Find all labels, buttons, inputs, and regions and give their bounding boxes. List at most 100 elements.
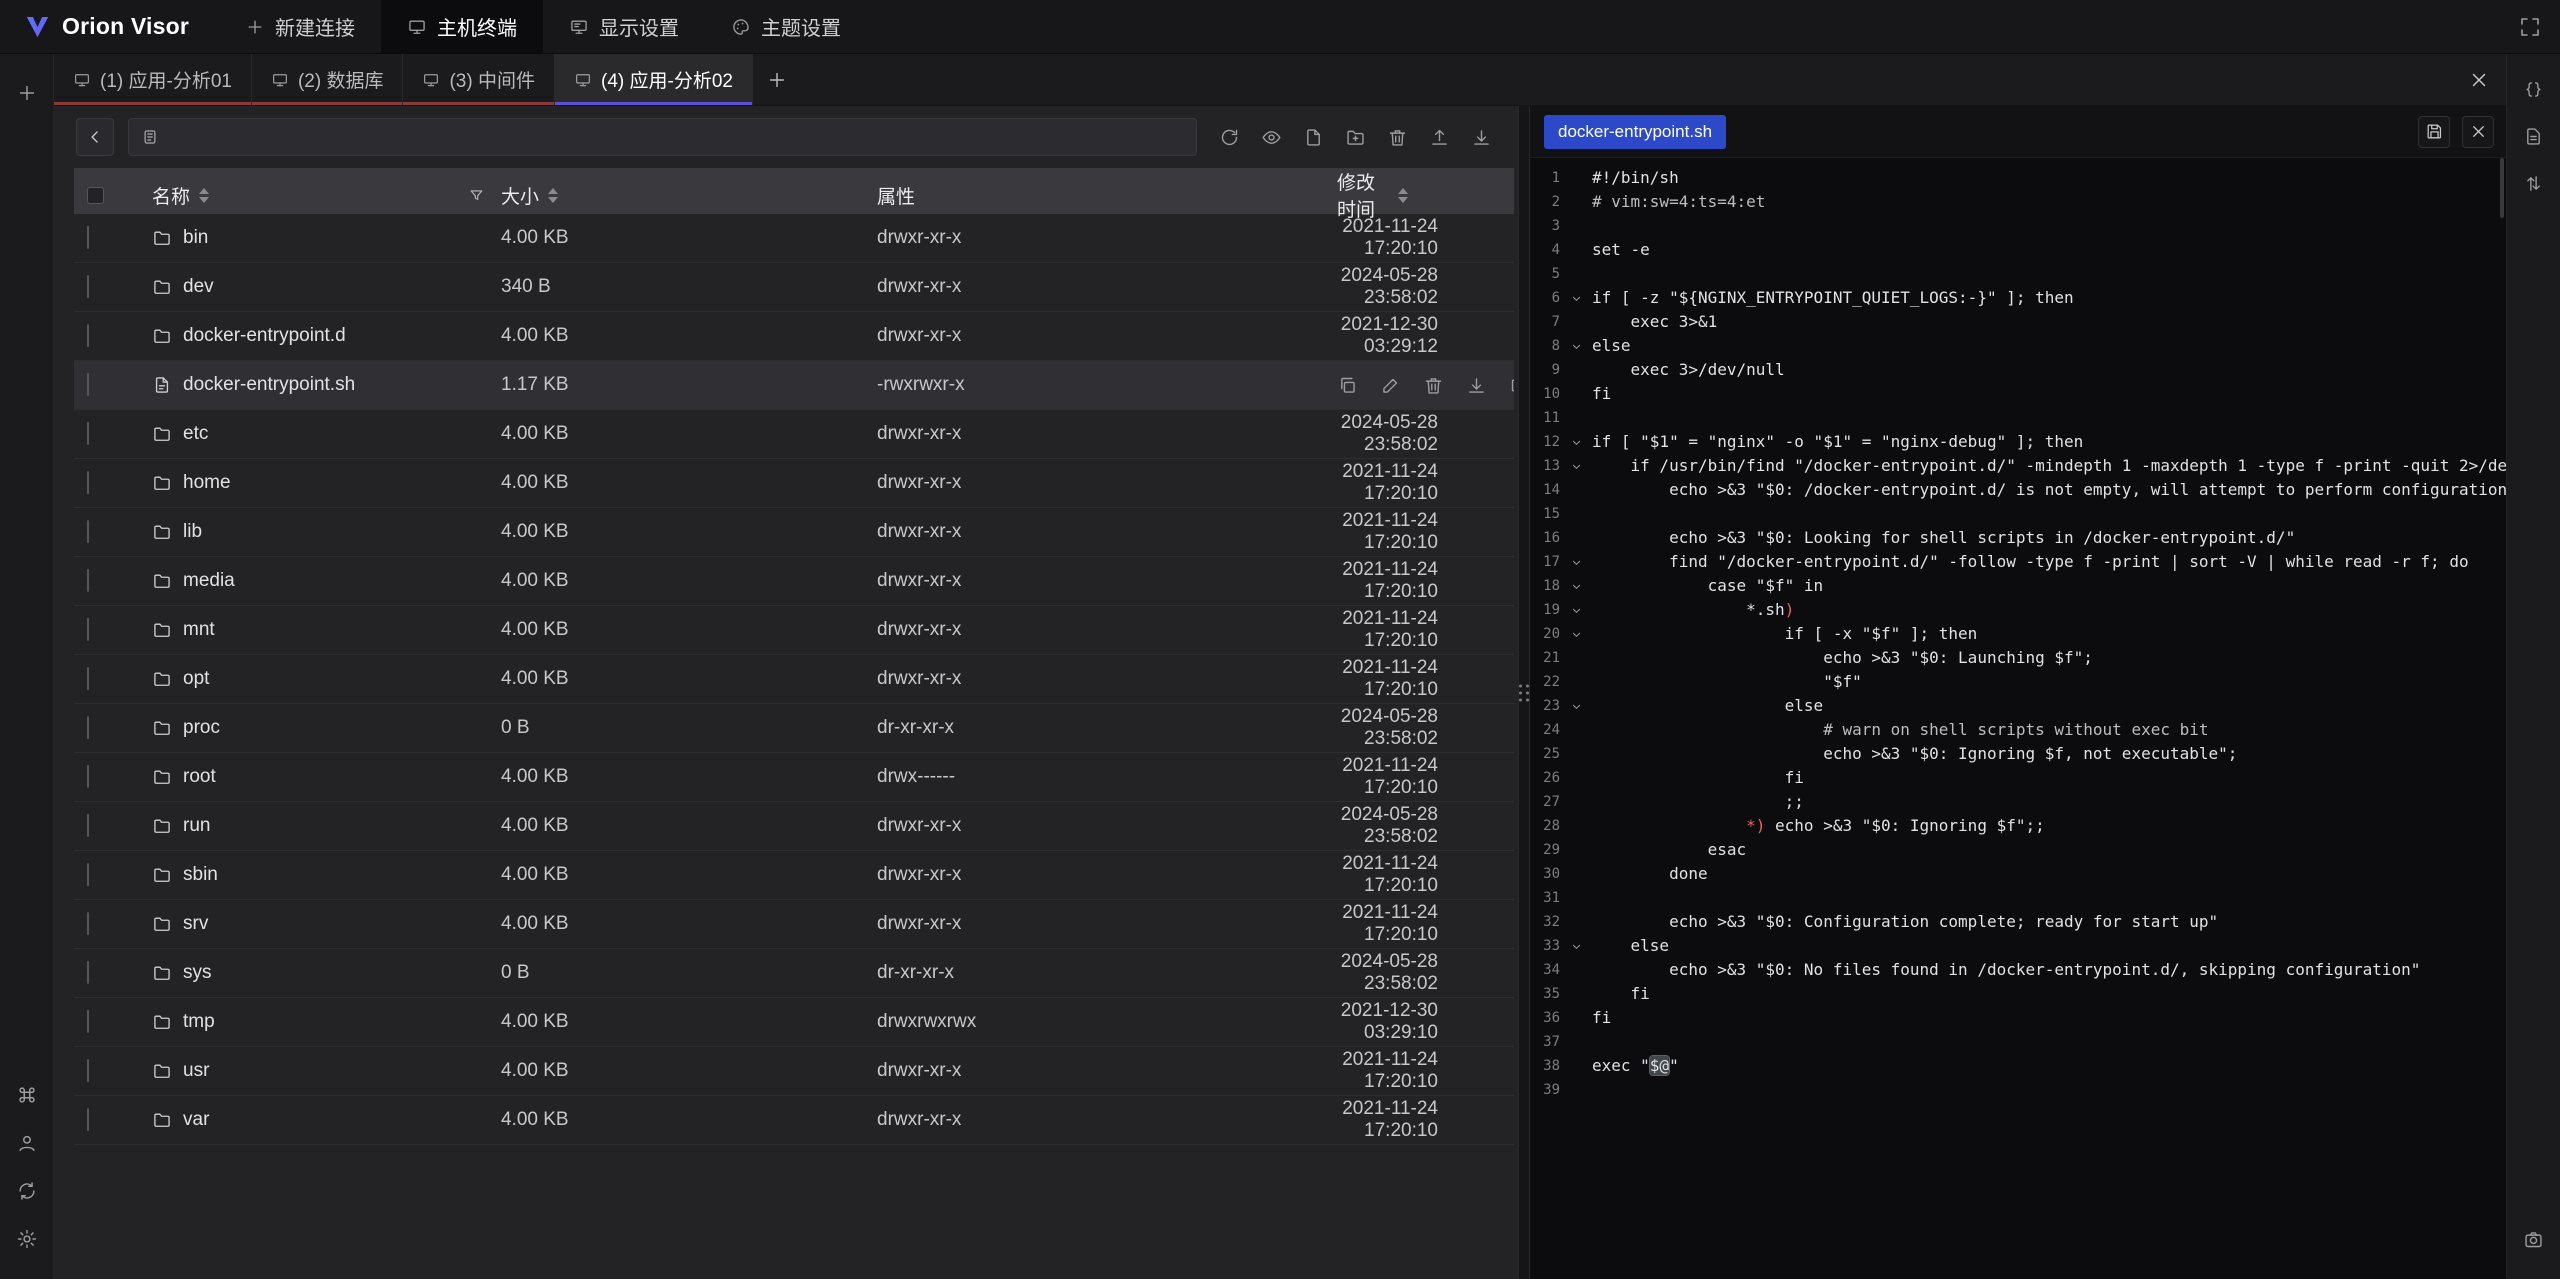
sort-mtime[interactable] bbox=[1398, 188, 1408, 203]
fold-chevron-icon[interactable] bbox=[1560, 339, 1592, 354]
table-row[interactable]: home4.00 KBdrwxr-xr-x2021-11-24 17:20:10 bbox=[74, 459, 1514, 508]
panel-resize-divider[interactable] bbox=[1518, 106, 1530, 1279]
sync-icon[interactable] bbox=[16, 1180, 38, 1202]
terminal-tab-3[interactable]: (3) 中间件 bbox=[403, 54, 555, 105]
brand[interactable]: Orion Visor bbox=[0, 0, 219, 53]
table-row[interactable]: mnt4.00 KBdrwxr-xr-x2021-11-24 17:20:10 bbox=[74, 606, 1514, 655]
file-name[interactable]: media bbox=[183, 570, 235, 592]
table-row[interactable]: docker-entrypoint.d4.00 KBdrwxr-xr-x2021… bbox=[74, 312, 1514, 361]
table-row[interactable]: tmp4.00 KBdrwxrwxrwx2021-12-30 03:29:10 bbox=[74, 998, 1514, 1047]
new-tab-button[interactable] bbox=[753, 54, 801, 105]
nav-item-theme-settings[interactable]: 主题设置 bbox=[705, 0, 867, 53]
file-name[interactable]: etc bbox=[183, 423, 208, 445]
copy-icon[interactable] bbox=[1337, 375, 1358, 396]
swap-vertical-icon[interactable] bbox=[2523, 173, 2544, 194]
download-icon[interactable] bbox=[1466, 375, 1487, 396]
open-file-chip[interactable]: docker-entrypoint.sh bbox=[1544, 115, 1726, 149]
table-row[interactable]: opt4.00 KBdrwxr-xr-x2021-11-24 17:20:10 bbox=[74, 655, 1514, 704]
save-button[interactable] bbox=[2418, 116, 2450, 148]
fold-chevron-icon[interactable] bbox=[1560, 603, 1592, 618]
terminal-tab-4[interactable]: (4) 应用-分析02 bbox=[555, 54, 753, 105]
row-checkbox[interactable] bbox=[87, 765, 89, 788]
file-name[interactable]: proc bbox=[183, 717, 220, 739]
file-name[interactable]: docker-entrypoint.sh bbox=[183, 374, 355, 396]
file-name[interactable]: lib bbox=[183, 521, 202, 543]
delete-icon[interactable] bbox=[1423, 375, 1444, 396]
table-row[interactable]: bin4.00 KBdrwxr-xr-x2021-11-24 17:20:10 bbox=[74, 214, 1514, 263]
row-checkbox[interactable] bbox=[87, 667, 89, 690]
row-checkbox[interactable] bbox=[87, 618, 89, 641]
table-row[interactable]: media4.00 KBdrwxr-xr-x2021-11-24 17:20:1… bbox=[74, 557, 1514, 606]
table-row[interactable]: usr4.00 KBdrwxr-xr-x2021-11-24 17:20:10 bbox=[74, 1047, 1514, 1096]
row-checkbox[interactable] bbox=[87, 716, 89, 739]
fold-chevron-icon[interactable] bbox=[1560, 459, 1592, 474]
row-checkbox[interactable] bbox=[87, 1010, 89, 1033]
plus-icon[interactable] bbox=[16, 82, 38, 104]
file-name[interactable]: sys bbox=[183, 962, 212, 984]
upload-icon[interactable] bbox=[1429, 127, 1450, 148]
table-row[interactable]: etc4.00 KBdrwxr-xr-x2024-05-28 23:58:02 bbox=[74, 410, 1514, 459]
file-name[interactable]: dev bbox=[183, 276, 214, 298]
eye-icon[interactable] bbox=[1261, 127, 1282, 148]
edit-icon[interactable] bbox=[1380, 375, 1401, 396]
file-name[interactable]: var bbox=[183, 1109, 209, 1131]
back-button[interactable] bbox=[76, 118, 114, 156]
row-checkbox[interactable] bbox=[87, 1059, 89, 1082]
row-checkbox[interactable] bbox=[87, 226, 89, 249]
table-row[interactable]: sbin4.00 KBdrwxr-xr-x2021-11-24 17:20:10 bbox=[74, 851, 1514, 900]
new-file-icon[interactable] bbox=[1303, 127, 1324, 148]
row-checkbox[interactable] bbox=[87, 1108, 89, 1131]
fold-chevron-icon[interactable] bbox=[1560, 291, 1592, 306]
new-folder-icon[interactable] bbox=[1345, 127, 1366, 148]
filter-icon[interactable] bbox=[468, 187, 485, 204]
table-row[interactable]: proc0 Bdr-xr-xr-x2024-05-28 23:58:02 bbox=[74, 704, 1514, 753]
user-icon[interactable] bbox=[16, 1132, 38, 1154]
editor-scrollbar[interactable] bbox=[2500, 158, 2504, 218]
row-checkbox[interactable] bbox=[87, 863, 89, 886]
row-checkbox[interactable] bbox=[87, 422, 89, 445]
file-list-icon[interactable] bbox=[2523, 126, 2544, 147]
row-checkbox[interactable] bbox=[87, 275, 89, 298]
drag-handle[interactable] bbox=[1519, 684, 1529, 701]
file-name[interactable]: tmp bbox=[183, 1011, 215, 1033]
file-name[interactable]: sbin bbox=[183, 864, 218, 886]
row-checkbox[interactable] bbox=[87, 569, 89, 592]
move-icon[interactable] bbox=[1509, 375, 1514, 396]
terminal-tab-2[interactable]: (2) 数据库 bbox=[252, 54, 404, 105]
nav-item-new-connection[interactable]: 新建连接 bbox=[219, 0, 381, 53]
table-row[interactable]: sys0 Bdr-xr-xr-x2024-05-28 23:58:02 bbox=[74, 949, 1514, 998]
file-name[interactable]: bin bbox=[183, 227, 208, 249]
table-row[interactable]: lib4.00 KBdrwxr-xr-x2021-11-24 17:20:10 bbox=[74, 508, 1514, 557]
fold-chevron-icon[interactable] bbox=[1560, 939, 1592, 954]
file-name[interactable]: home bbox=[183, 472, 231, 494]
file-name[interactable]: mnt bbox=[183, 619, 215, 641]
table-row[interactable]: run4.00 KBdrwxr-xr-x2024-05-28 23:58:02 bbox=[74, 802, 1514, 851]
command-icon[interactable] bbox=[16, 1084, 38, 1106]
fold-chevron-icon[interactable] bbox=[1560, 555, 1592, 570]
file-name[interactable]: root bbox=[183, 766, 216, 788]
sort-name[interactable] bbox=[199, 188, 209, 203]
row-checkbox[interactable] bbox=[87, 814, 89, 837]
fold-chevron-icon[interactable] bbox=[1560, 627, 1592, 642]
file-name[interactable]: run bbox=[183, 815, 210, 837]
table-row[interactable]: var4.00 KBdrwxr-xr-x2021-11-24 17:20:10 bbox=[74, 1096, 1514, 1145]
fullscreen-icon[interactable] bbox=[2518, 15, 2542, 39]
row-checkbox[interactable] bbox=[87, 961, 89, 984]
table-row[interactable]: root4.00 KBdrwx------2021-11-24 17:20:10 bbox=[74, 753, 1514, 802]
gear-icon[interactable] bbox=[16, 1228, 38, 1250]
code-editor[interactable]: 1#!/bin/sh2# vim:sw=4:ts=4:et34set -e56i… bbox=[1530, 158, 2506, 1279]
table-row[interactable]: docker-entrypoint.sh1.17 KB-rwxrwxr-x bbox=[74, 361, 1514, 410]
row-checkbox[interactable] bbox=[87, 324, 89, 347]
file-name[interactable]: docker-entrypoint.d bbox=[183, 325, 346, 347]
sort-size[interactable] bbox=[548, 188, 558, 203]
row-checkbox[interactable] bbox=[87, 912, 89, 935]
select-all-checkbox[interactable] bbox=[87, 187, 104, 204]
fold-chevron-icon[interactable] bbox=[1560, 435, 1592, 450]
fold-chevron-icon[interactable] bbox=[1560, 579, 1592, 594]
row-checkbox[interactable] bbox=[87, 373, 89, 396]
table-row[interactable]: dev340 Bdrwxr-xr-x2024-05-28 23:58:02 bbox=[74, 263, 1514, 312]
camera-icon[interactable] bbox=[2523, 1229, 2544, 1250]
table-row[interactable]: srv4.00 KBdrwxr-xr-x2021-11-24 17:20:10 bbox=[74, 900, 1514, 949]
file-name[interactable]: srv bbox=[183, 913, 208, 935]
refresh-icon[interactable] bbox=[1219, 127, 1240, 148]
